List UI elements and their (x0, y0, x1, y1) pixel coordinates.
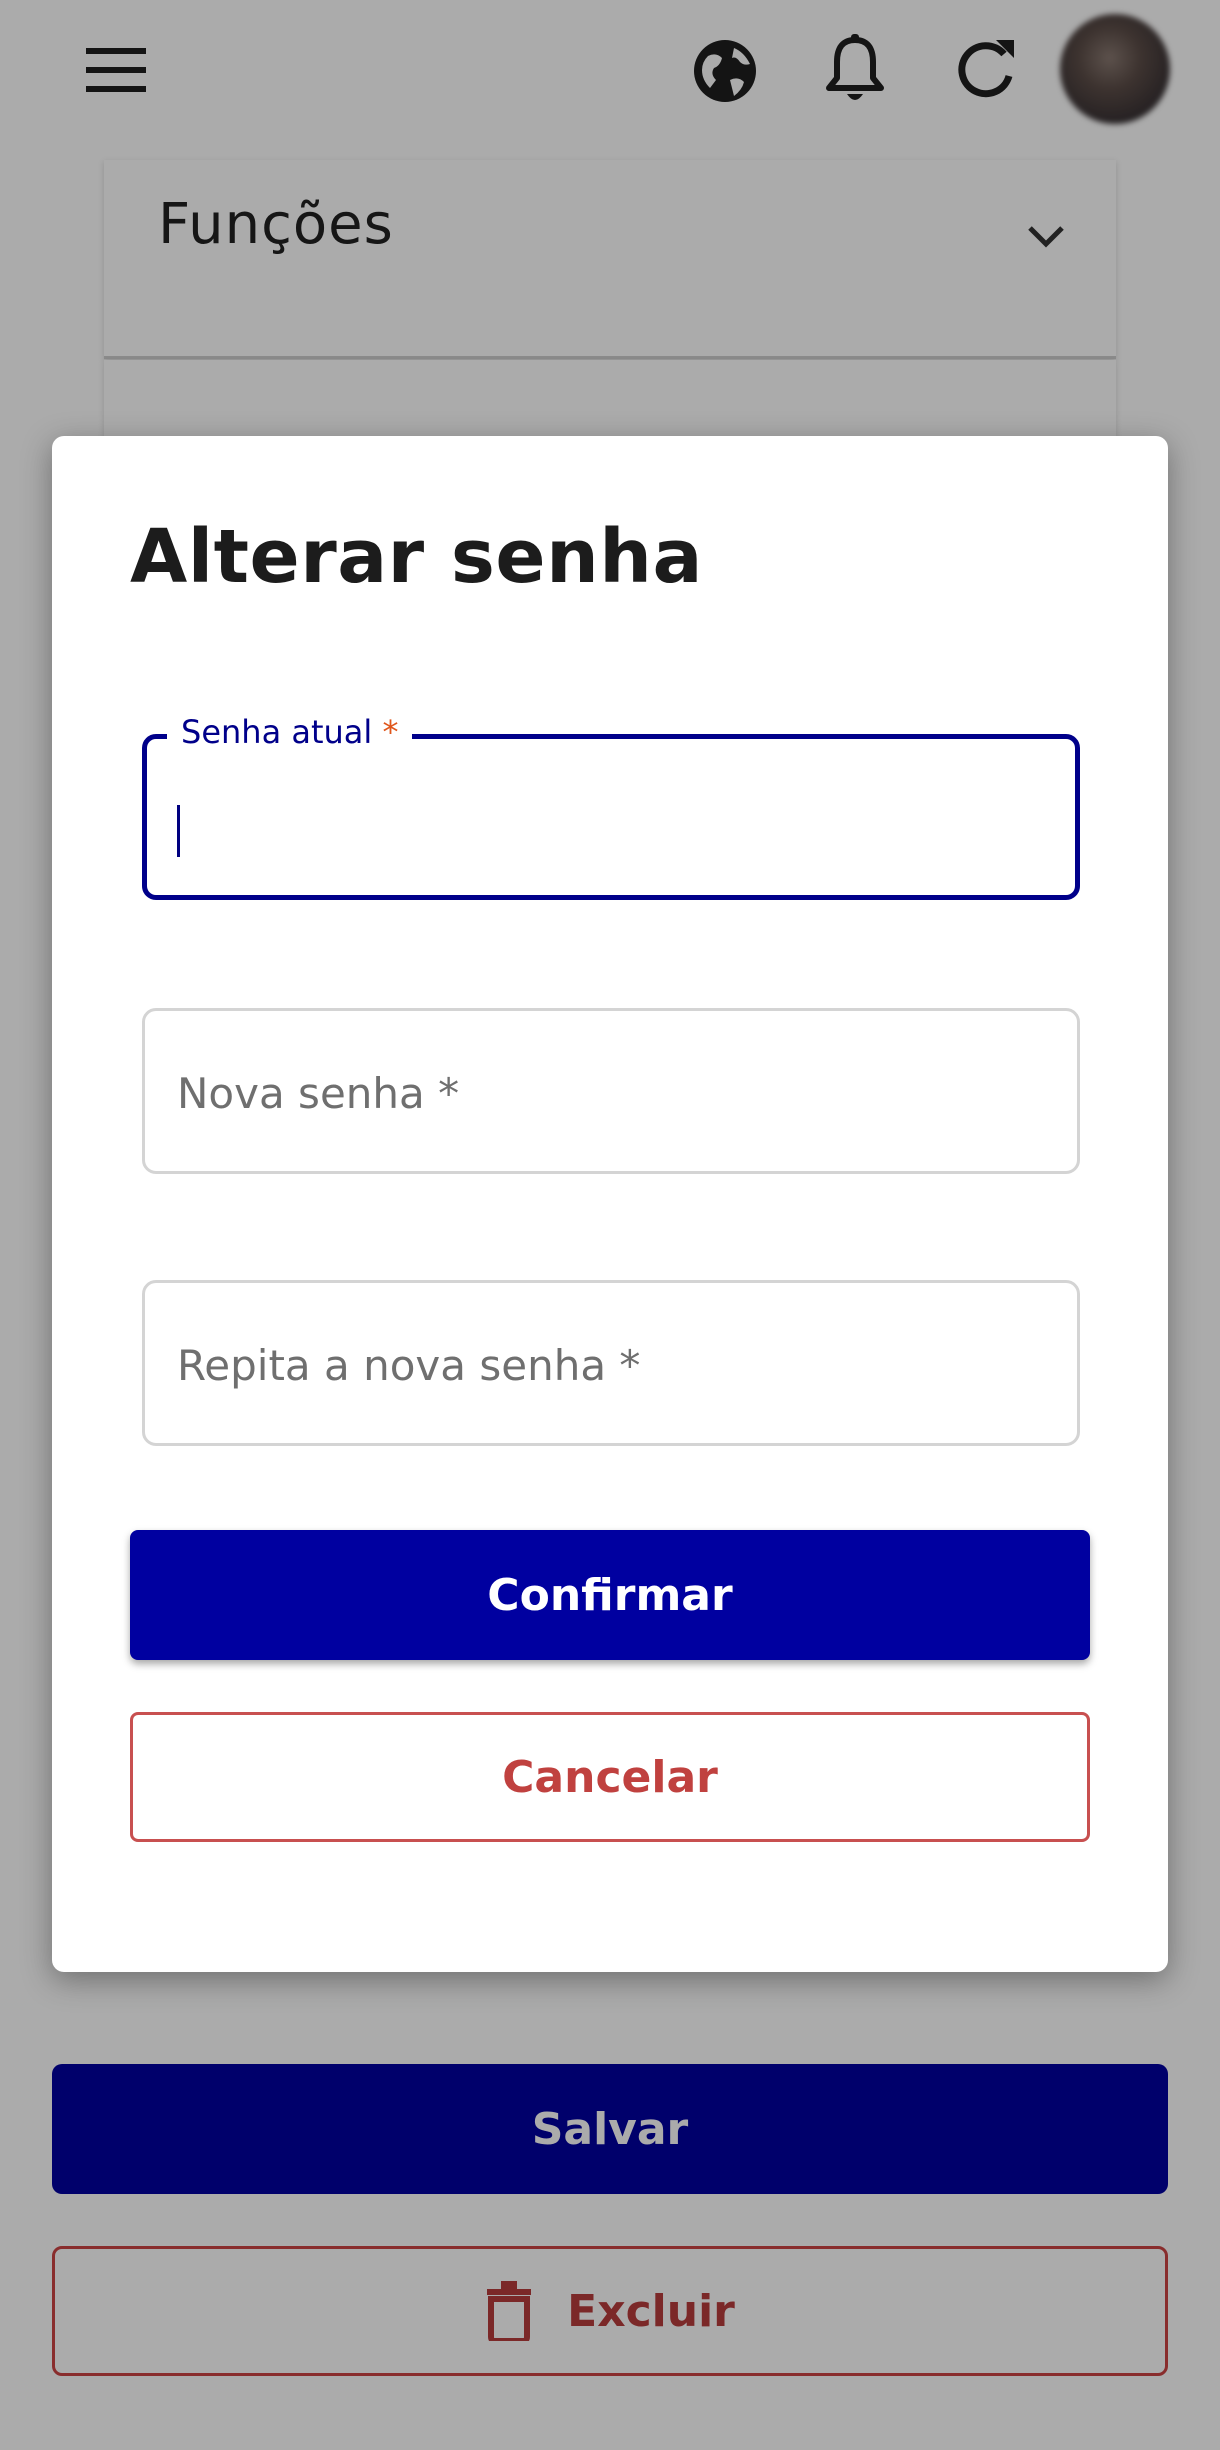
new-password-input[interactable] (145, 1011, 1077, 1171)
dialog-title: Alterar senha (130, 514, 703, 600)
repeat-password-input[interactable] (145, 1283, 1077, 1443)
current-password-input[interactable] (147, 739, 1075, 895)
new-password-field[interactable]: Nova senha * (142, 1008, 1080, 1174)
cancel-button[interactable]: Cancelar (130, 1712, 1090, 1842)
current-password-field[interactable]: Senha atual * (142, 713, 1080, 900)
repeat-password-field[interactable]: Repita a nova senha * (142, 1280, 1080, 1446)
change-password-dialog: Alterar senha Senha atual * Nova senha *… (52, 436, 1168, 1972)
confirm-button[interactable]: Confirmar (130, 1530, 1090, 1660)
